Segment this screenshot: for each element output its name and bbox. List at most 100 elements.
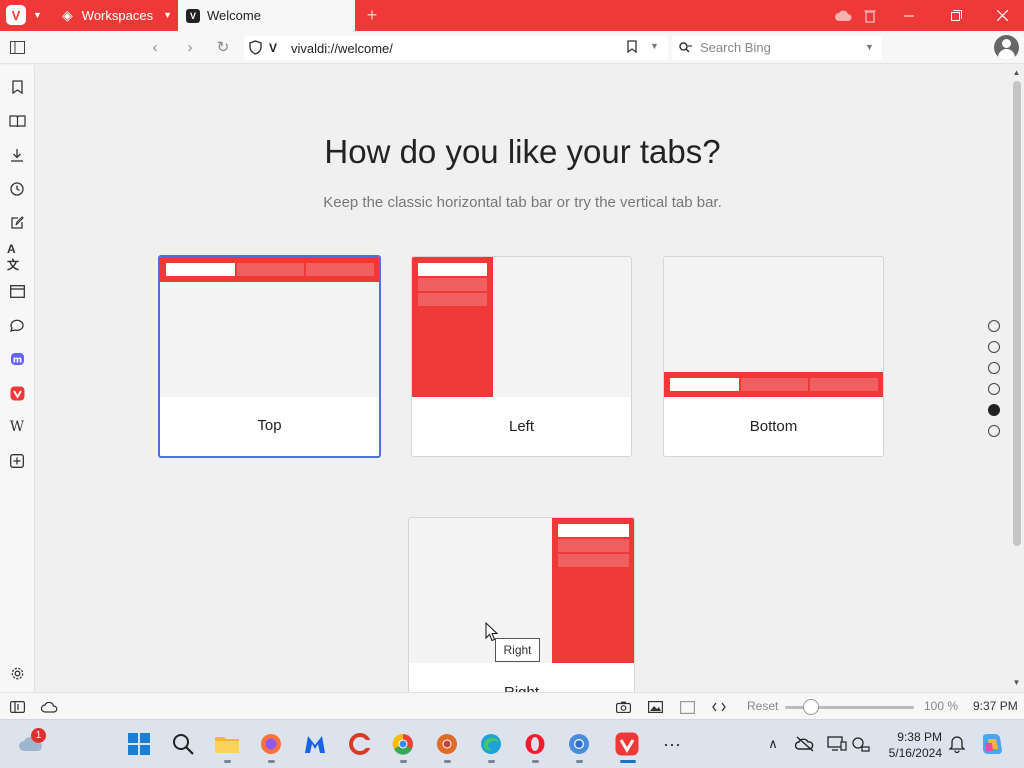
chrome-canary-icon[interactable] [434, 731, 460, 757]
chromium-icon[interactable] [566, 731, 592, 757]
new-tab-button[interactable]: + [362, 4, 382, 26]
wikipedia-icon[interactable]: W [7, 417, 27, 437]
clock-time: 9:38 PM [897, 730, 942, 744]
vivaldi-logo-icon: V [6, 5, 26, 25]
image-icon[interactable] [646, 698, 664, 716]
pager-dot[interactable] [988, 425, 1000, 437]
pager-dot[interactable] [988, 341, 1000, 353]
chevron-down-icon[interactable]: ▼ [650, 41, 659, 51]
mastodon-icon[interactable]: m [7, 349, 27, 369]
file-explorer-icon[interactable] [214, 731, 240, 757]
running-indicator [488, 760, 495, 763]
tab-option-bottom[interactable]: Bottom [663, 256, 884, 457]
system-clock[interactable]: 9:38 PM 5/16/2024 [884, 729, 942, 761]
pager-dot[interactable] [988, 362, 1000, 374]
running-indicator [444, 760, 451, 763]
translate-icon[interactable]: A文 [7, 242, 27, 272]
add-panel-icon[interactable] [7, 451, 27, 471]
minimize-button[interactable] [895, 0, 923, 31]
url-text: vivaldi://welcome/ [291, 40, 393, 56]
tab-option-left[interactable]: Left [411, 256, 632, 457]
welcome-page: How do you like your tabs? Keep the clas… [36, 65, 1009, 692]
forward-arrow-icon[interactable]: › [180, 37, 200, 57]
svg-text:m: m [12, 355, 21, 365]
trash-icon[interactable] [860, 0, 880, 31]
tab-preview [160, 257, 379, 397]
chat-icon[interactable] [7, 315, 27, 335]
search-icon[interactable] [170, 731, 196, 757]
url-field[interactable]: V vivaldi://welcome/ ▼ [244, 36, 668, 60]
preview-tab-bar [552, 518, 634, 663]
workspaces-label: Workspaces [81, 7, 154, 23]
workspaces-button[interactable]: ◈ Workspaces ▼ [56, 4, 172, 26]
tab-option-top[interactable]: Top [158, 255, 381, 458]
tab-option-right[interactable]: Right [408, 517, 635, 692]
pager-dot[interactable] [988, 383, 1000, 395]
chrome-icon[interactable] [390, 731, 416, 757]
status-bar: Reset 100 % 9:37 PM [0, 692, 1024, 719]
notes-icon[interactable] [7, 213, 27, 233]
scrollbar-thumb[interactable] [1013, 81, 1021, 546]
malwarebytes-icon[interactable] [302, 731, 328, 757]
zoom-reset-button[interactable]: Reset [747, 699, 778, 713]
running-indicator [268, 760, 275, 763]
sync-cloud-icon[interactable] [40, 698, 58, 716]
windows-start-icon[interactable] [126, 731, 152, 757]
shield-icon[interactable] [249, 40, 262, 60]
display-icon[interactable] [824, 731, 850, 757]
option-label: Top [257, 417, 282, 434]
copilot-icon[interactable] [979, 731, 1005, 757]
pager-dot[interactable] [988, 320, 1000, 332]
reload-icon[interactable]: ↻ [213, 37, 233, 57]
history-icon[interactable] [7, 179, 27, 199]
running-indicator [532, 760, 539, 763]
chevron-down-icon[interactable]: ▼ [865, 42, 874, 52]
preview-tab-bar [160, 257, 379, 282]
bookmarks-icon[interactable] [7, 77, 27, 97]
chevron-down-icon: ▼ [33, 10, 42, 20]
bookmark-icon[interactable] [627, 40, 637, 58]
more-apps-icon[interactable]: ··· [659, 731, 685, 757]
accessibility-icon[interactable] [848, 731, 874, 757]
edge-icon[interactable] [478, 731, 504, 757]
restore-button[interactable] [942, 0, 970, 31]
chevron-down-icon: ▼ [163, 10, 172, 20]
running-indicator [224, 760, 231, 763]
page-tiling-icon[interactable] [678, 698, 696, 716]
opera-icon[interactable] [522, 731, 548, 757]
settings-gear-icon[interactable] [7, 663, 27, 683]
running-indicator [576, 760, 583, 763]
panel-toggle-icon[interactable] [8, 698, 26, 716]
zoom-slider-knob[interactable] [803, 699, 819, 715]
window-panel-icon[interactable] [7, 281, 27, 301]
vivaldi-menu-button[interactable]: V ▼ [4, 4, 46, 26]
panel-toggle-icon[interactable] [7, 37, 27, 57]
show-hidden-icons-chevron-icon[interactable]: ∧ [760, 731, 786, 757]
notification-badge: 1 [31, 728, 46, 743]
scroll-down-arrow-icon[interactable]: ▼ [1012, 678, 1021, 687]
page-subtitle: Keep the classic horizontal tab bar or t… [323, 194, 722, 211]
reading-list-icon[interactable] [7, 111, 27, 131]
page-title: How do you like your tabs? [324, 133, 721, 170]
vivaldi-icon[interactable] [7, 383, 27, 403]
profile-avatar[interactable] [994, 35, 1019, 60]
downloads-icon[interactable] [7, 145, 27, 165]
vivaldi-taskbar-icon[interactable] [614, 731, 640, 757]
scroll-up-arrow-icon[interactable]: ▲ [1012, 68, 1021, 77]
pager-dot-active[interactable] [988, 404, 1000, 416]
code-icon[interactable] [710, 698, 728, 716]
notification-bell-icon[interactable] [944, 731, 970, 757]
zoom-value: 100 % [924, 699, 959, 713]
search-field[interactable]: Search Bing ▼ [672, 36, 882, 60]
camera-icon[interactable] [614, 698, 632, 716]
firefox-icon[interactable] [258, 731, 284, 757]
page-scrollbar[interactable]: ▲ ▼ [1009, 65, 1024, 692]
tab-welcome[interactable]: V Welcome [178, 0, 355, 31]
ccleaner-icon[interactable] [347, 731, 373, 757]
network-offline-icon[interactable] [792, 731, 818, 757]
address-bar: ‹ › ↻ V vivaldi://welcome/ ▼ Search Bing… [0, 31, 1024, 64]
back-arrow-icon[interactable]: ‹ [145, 37, 165, 57]
preview-tab-bar [412, 257, 493, 397]
close-window-button[interactable] [988, 0, 1016, 31]
sync-cloud-icon[interactable] [832, 0, 854, 31]
